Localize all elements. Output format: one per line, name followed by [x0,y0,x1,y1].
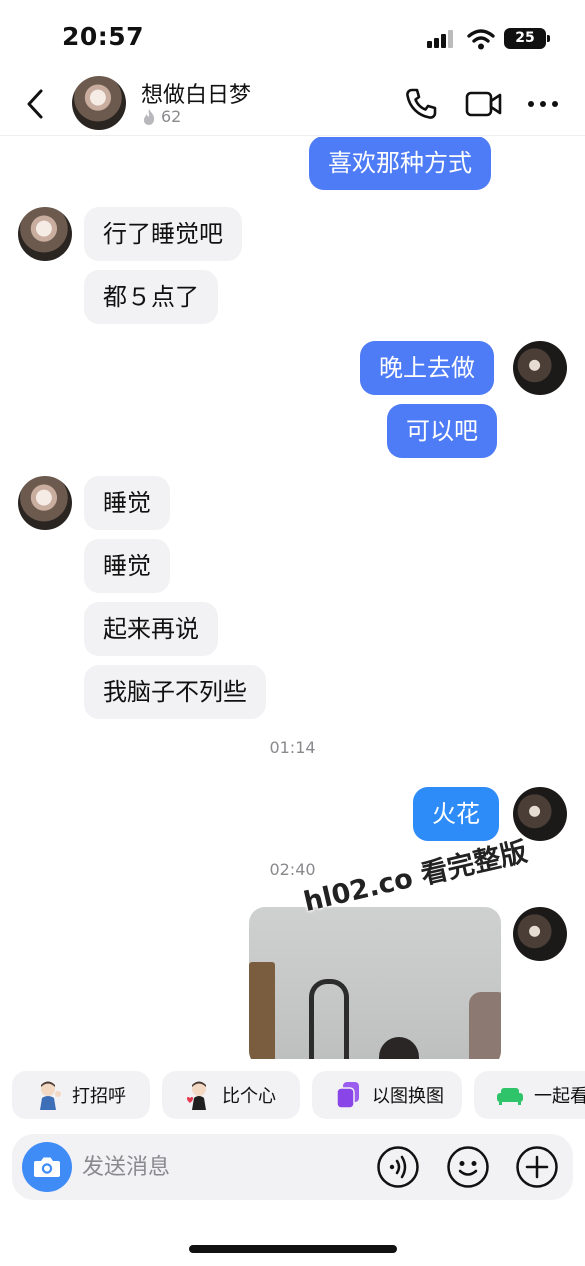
wave-avatar-icon [40,1081,61,1110]
message-bubble-incoming[interactable]: 行了睡觉吧 [84,207,242,261]
wifi-icon [467,29,495,50]
message-bubble-outgoing[interactable]: 喜欢那种方式 [309,137,491,190]
back-icon[interactable] [20,86,50,122]
message-bubble-incoming[interactable]: 起来再说 [84,602,218,656]
quick-action-label: 比个心 [222,1086,276,1107]
my-avatar[interactable] [513,341,567,395]
quick-action-label: 以图换图 [372,1086,444,1107]
quick-action-heart[interactable]: 比个心 [162,1071,300,1119]
message-bubble-outgoing[interactable]: 可以吧 [387,404,497,458]
more-icon[interactable] [526,90,560,118]
message-bubble-incoming[interactable]: 我脑子不列些 [84,665,266,719]
message-bubble-incoming[interactable]: 睡觉 [84,476,170,530]
message-bubble-incoming[interactable]: 睡觉 [84,539,170,593]
voice-icon[interactable] [376,1145,420,1189]
streak-count: 62 [161,107,182,126]
message-input-bar [12,1134,573,1200]
quick-action-wave[interactable]: 打招呼 [12,1071,150,1119]
quick-action-label: 一起看 [534,1086,585,1107]
quick-action-label: 打招呼 [72,1086,126,1107]
timestamp: 01:14 [269,738,316,757]
contact-avatar[interactable] [18,207,72,261]
contact-avatar[interactable] [72,76,126,130]
status-time: 20:57 [62,22,145,51]
contact-name[interactable]: 想做白日梦 [141,77,251,109]
quick-action-photo-swap[interactable]: 以图换图 [312,1071,462,1119]
message-input[interactable] [82,1144,362,1190]
quick-action-bar: 打招呼 比个心 以图换图 一起看 [0,1066,585,1124]
message-list[interactable]: 喜欢那种方式 行了睡觉吧 都５点了 晚上去做 可以吧 睡觉 睡觉 起来再说 我脑… [0,137,585,1059]
sofa-icon [497,1088,523,1105]
emoji-icon[interactable] [446,1145,490,1189]
contact-avatar[interactable] [18,476,72,530]
photo-message[interactable] [249,907,501,1059]
flame-icon [143,108,155,125]
status-bar: 20:57 25 [0,0,585,72]
my-avatar[interactable] [513,907,567,961]
message-bubble-spark[interactable]: 火花 [413,787,499,841]
plus-icon[interactable] [515,1145,559,1189]
phone-icon[interactable] [404,87,438,121]
message-bubble-incoming[interactable]: 都５点了 [84,270,218,324]
message-bubble-outgoing[interactable]: 晚上去做 [360,341,494,395]
video-icon[interactable] [465,89,503,119]
heart-avatar-icon [186,1081,206,1110]
streak-counter: 62 [141,107,181,126]
chat-header: 想做白日梦 62 [0,72,585,136]
battery-icon: 25 [504,28,550,49]
quick-action-watch-together[interactable]: 一起看 [474,1071,585,1119]
camera-button[interactable] [22,1142,72,1192]
camera-icon [34,1157,60,1177]
home-indicator[interactable] [189,1245,397,1253]
cellular-signal-icon [427,30,457,48]
photo-swap-icon [336,1082,359,1109]
